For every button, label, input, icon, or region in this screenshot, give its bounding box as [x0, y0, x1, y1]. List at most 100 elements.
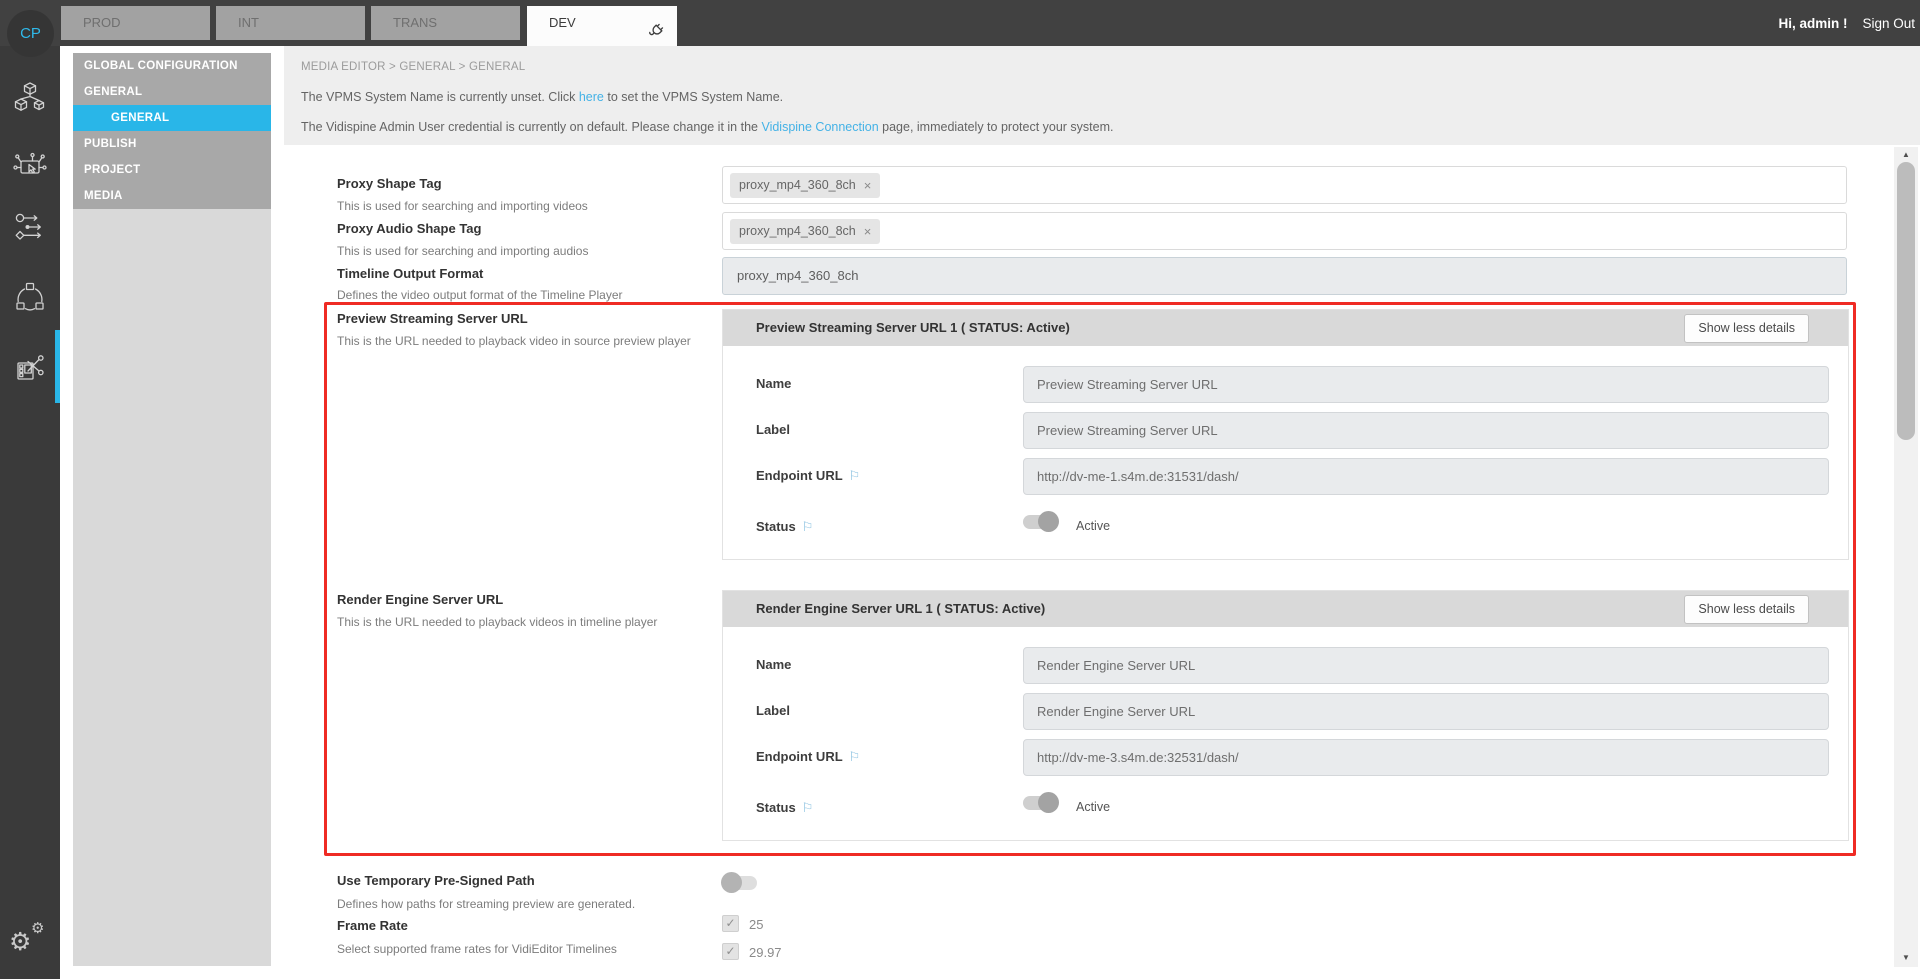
- settings-gear-icon[interactable]: ⚙: [9, 930, 31, 955]
- chip-label: proxy_mp4_360_8ch: [739, 178, 856, 192]
- lifecycle-icon[interactable]: [13, 280, 47, 314]
- here-link[interactable]: here: [579, 90, 604, 104]
- sidebar-item-project[interactable]: PROJECT: [73, 157, 271, 183]
- frame-rate-help: Select supported frame rates for VidiEdi…: [337, 942, 617, 956]
- framerate-2997-label: 29.97: [749, 945, 782, 960]
- config-sidebar: GLOBAL CONFIGURATION GENERAL GENERAL PUB…: [73, 46, 271, 966]
- sidebar-item-general[interactable]: GENERAL: [73, 79, 271, 105]
- sidebar-item-media[interactable]: MEDIA: [73, 183, 271, 209]
- vidispine-connection-link[interactable]: Vidispine Connection: [761, 120, 878, 134]
- label-input[interactable]: [1023, 693, 1829, 730]
- toggle-knob: [721, 872, 742, 893]
- pre-signed-path-label: Use Temporary Pre-Signed Path: [337, 873, 535, 888]
- control-touch-icon[interactable]: [13, 150, 47, 184]
- user-area: Hi, admin ! Sign Out: [1778, 0, 1915, 46]
- remove-tag-icon[interactable]: ×: [864, 224, 872, 239]
- notice-text: The VPMS System Name is currently unset.…: [301, 90, 579, 104]
- env-tab-dev-label: DEV: [549, 15, 576, 30]
- modules-cubes-icon[interactable]: [13, 80, 47, 114]
- proxy-audio-shape-tag-help: This is used for searching and importing…: [337, 244, 588, 258]
- flag-icon: ⚐: [849, 749, 861, 764]
- label-row: Label: [723, 412, 1848, 450]
- status-value: Active: [1076, 519, 1110, 533]
- flag-icon: ⚐: [802, 800, 814, 815]
- panel-title: Render Engine Server URL 1 ( STATUS: Act…: [756, 591, 1045, 627]
- proxy-audio-shape-tag-input[interactable]: proxy_mp4_360_8ch ×: [722, 212, 1847, 250]
- render-engine-server-panel: Render Engine Server URL 1 ( STATUS: Act…: [722, 590, 1849, 841]
- status-toggle[interactable]: [1023, 796, 1058, 810]
- sidebar-item-general-sub[interactable]: GENERAL: [73, 105, 271, 131]
- name-label: Name: [756, 376, 791, 391]
- chip-label: proxy_mp4_360_8ch: [739, 224, 856, 238]
- pre-signed-path-toggle[interactable]: [722, 876, 757, 890]
- name-label: Name: [756, 657, 791, 672]
- top-bar: PROD INT TRANS DEV Hi, admin ! Sign Out: [0, 0, 1920, 46]
- user-greeting: Hi, admin !: [1778, 16, 1847, 31]
- media-editor-icon[interactable]: [13, 352, 47, 386]
- app-root: PROD INT TRANS DEV Hi, admin ! Sign Out …: [0, 0, 1920, 979]
- proxy-shape-tag-help: This is used for searching and importing…: [337, 199, 588, 213]
- workflow-icon[interactable]: [13, 210, 47, 244]
- frame-rate-label: Frame Rate: [337, 918, 408, 933]
- endpoint-url-input[interactable]: [1023, 739, 1829, 776]
- toggle-knob: [1038, 792, 1059, 813]
- plug-icon: [648, 18, 664, 52]
- notice-text: page, immediately to protect your system…: [879, 120, 1114, 134]
- endpoint-url-input[interactable]: [1023, 458, 1829, 495]
- scroll-up-icon[interactable]: ▲: [1894, 148, 1918, 162]
- sidebar-item-global-configuration[interactable]: GLOBAL CONFIGURATION: [73, 53, 271, 79]
- panel-header: Render Engine Server URL 1 ( STATUS: Act…: [723, 591, 1848, 627]
- framerate-25-label: 25: [749, 917, 763, 932]
- proxy-audio-shape-tag-chip[interactable]: proxy_mp4_360_8ch ×: [730, 219, 880, 244]
- sidebar-item-publish[interactable]: PUBLISH: [73, 131, 271, 157]
- scroll-down-icon[interactable]: ▼: [1894, 951, 1918, 965]
- flag-icon: ⚐: [802, 519, 814, 534]
- notice-text: The Vidispine Admin User credential is c…: [301, 120, 761, 134]
- env-tab-prod[interactable]: PROD: [61, 6, 210, 40]
- flag-icon: ⚐: [849, 468, 861, 483]
- name-row: Name: [723, 647, 1848, 685]
- proxy-shape-tag-label: Proxy Shape Tag: [337, 176, 442, 191]
- name-input[interactable]: [1023, 647, 1829, 684]
- pre-signed-path-help: Defines how paths for streaming preview …: [337, 897, 635, 911]
- proxy-audio-shape-tag-label: Proxy Audio Shape Tag: [337, 221, 481, 236]
- timeline-output-format-input[interactable]: proxy_mp4_360_8ch: [722, 257, 1847, 295]
- endpoint-row: Endpoint URL⚐: [723, 739, 1848, 777]
- endpoint-row: Endpoint URL⚐: [723, 458, 1848, 496]
- vpms-name-notice: The VPMS System Name is currently unset.…: [301, 90, 783, 104]
- status-toggle[interactable]: [1023, 515, 1058, 529]
- framerate-2997-checkbox[interactable]: ✓: [722, 943, 739, 960]
- preview-streaming-server-url-help: This is the URL needed to playback video…: [337, 334, 691, 348]
- panel-title: Preview Streaming Server URL 1 ( STATUS:…: [756, 310, 1070, 346]
- settings-gear-small-icon[interactable]: ⚙: [31, 921, 44, 936]
- toggle-knob: [1038, 511, 1059, 532]
- label-input[interactable]: [1023, 412, 1829, 449]
- name-input[interactable]: [1023, 366, 1829, 403]
- label-row: Label: [723, 693, 1848, 731]
- env-tab-trans[interactable]: TRANS: [371, 6, 520, 40]
- env-tab-dev[interactable]: DEV: [527, 6, 677, 46]
- name-row: Name: [723, 366, 1848, 404]
- status-value: Active: [1076, 800, 1110, 814]
- breadcrumb: MEDIA EDITOR > GENERAL > GENERAL: [301, 61, 525, 73]
- sidebar-lower-panel: [73, 209, 271, 966]
- timeline-output-format-label: Timeline Output Format: [337, 266, 483, 281]
- render-engine-server-url-label: Render Engine Server URL: [337, 592, 503, 607]
- cp-logo[interactable]: CP: [7, 10, 54, 57]
- render-engine-server-url-help: This is the URL needed to playback video…: [337, 615, 657, 629]
- sign-out-link[interactable]: Sign Out: [1862, 16, 1915, 31]
- proxy-shape-tag-input[interactable]: proxy_mp4_360_8ch ×: [722, 166, 1847, 204]
- show-less-details-button[interactable]: Show less details: [1684, 314, 1809, 343]
- proxy-shape-tag-chip[interactable]: proxy_mp4_360_8ch ×: [730, 173, 880, 198]
- env-tab-int[interactable]: INT: [216, 6, 365, 40]
- status-label: Status⚐: [756, 519, 813, 535]
- scrollbar-thumb[interactable]: [1897, 162, 1915, 440]
- show-less-details-button[interactable]: Show less details: [1684, 595, 1809, 624]
- active-module-indicator: [55, 330, 60, 403]
- preview-streaming-server-panel: Preview Streaming Server URL 1 ( STATUS:…: [722, 309, 1849, 560]
- timeline-output-format-help: Defines the video output format of the T…: [337, 288, 623, 302]
- vertical-scrollbar[interactable]: ▲ ▼: [1894, 147, 1918, 967]
- remove-tag-icon[interactable]: ×: [864, 178, 872, 193]
- framerate-25-checkbox[interactable]: ✓: [722, 915, 739, 932]
- endpoint-url-label: Endpoint URL⚐: [756, 468, 860, 484]
